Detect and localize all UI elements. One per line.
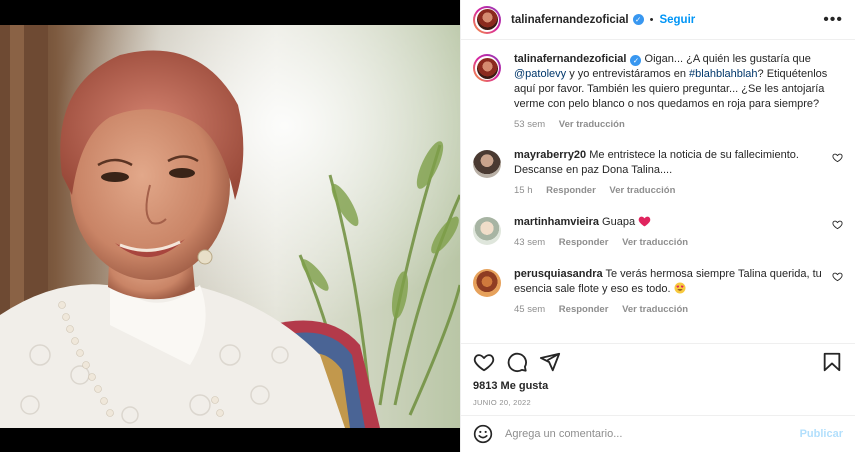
separator-dot: • xyxy=(649,13,654,26)
translate-button[interactable]: Ver traducción xyxy=(609,185,675,196)
emoji-icon[interactable] xyxy=(473,424,493,444)
photo-pane xyxy=(0,0,460,452)
comment-body: mayraberry20 Me entristece la noticia de… xyxy=(514,148,843,196)
add-comment-bar: Publicar xyxy=(461,416,855,452)
post-caption: talinafernandezoficial ✓ Oigan... ¿A quié… xyxy=(473,52,843,130)
translate-button[interactable]: Ver traducción xyxy=(622,237,688,248)
comment-username[interactable]: martinhamvieira xyxy=(514,216,599,228)
comment-message: Guapa xyxy=(598,216,636,228)
comment-username[interactable]: mayraberry20 xyxy=(514,149,586,161)
comment-time[interactable]: 45 sem xyxy=(514,304,545,315)
comment-meta: 43 sem Responder Ver traducción xyxy=(514,237,829,248)
publish-button[interactable]: Publicar xyxy=(800,428,843,440)
caption-translate-button[interactable]: Ver traducción xyxy=(559,119,625,130)
comment-time[interactable]: 43 sem xyxy=(514,237,545,248)
comment-like-heart-icon[interactable] xyxy=(832,152,843,163)
portrait-image xyxy=(0,25,460,428)
verified-badge-icon: ✓ xyxy=(632,14,644,25)
hashtag-link[interactable]: #blahblahblah xyxy=(689,68,758,80)
bookmark-icon[interactable] xyxy=(821,351,843,373)
red-heart-emoji-icon xyxy=(638,216,651,227)
post-side-panel: talinafernandezoficial ✓ • Seguir ••• ta… xyxy=(460,0,855,452)
comment-item: martinhamvieira Guapa 43 sem Responder V… xyxy=(473,215,843,248)
avatar[interactable] xyxy=(473,5,501,34)
comment-input[interactable] xyxy=(505,428,800,440)
comment-text: perusquiasandra Te verás hermosa siempre… xyxy=(514,267,829,297)
reply-button[interactable]: Responder xyxy=(546,185,596,196)
comment-time[interactable]: 15 h xyxy=(514,185,533,196)
comment-body: perusquiasandra Te verás hermosa siempre… xyxy=(514,267,843,315)
comment-icon[interactable] xyxy=(506,351,528,373)
verified-badge-icon: ✓ xyxy=(630,55,642,66)
mention-link[interactable]: @patolevy xyxy=(514,68,566,80)
caption-username[interactable]: talinafernandezoficial xyxy=(514,53,626,65)
translate-button[interactable]: Ver traducción xyxy=(622,304,688,315)
comment-avatar[interactable] xyxy=(473,150,501,178)
reply-button[interactable]: Responder xyxy=(559,304,609,315)
caption-text-part2: y yo entrevistáramos en xyxy=(566,68,690,80)
caption-text: talinafernandezoficial ✓ Oigan... ¿A quié… xyxy=(514,52,829,112)
comment-meta: 15 h Responder Ver traducción xyxy=(514,185,829,196)
likes-count[interactable]: 9813 Me gusta xyxy=(461,380,855,394)
comment-body: martinhamvieira Guapa 43 sem Responder V… xyxy=(514,215,843,248)
comment-text: mayraberry20 Me entristece la noticia de… xyxy=(514,148,829,178)
caption-text-part1: Oigan... ¿A quién les gustaría que xyxy=(641,53,811,65)
caption-meta: 53 sem Ver traducción xyxy=(514,119,829,130)
follow-button[interactable]: Seguir xyxy=(659,14,695,26)
comment-meta: 45 sem Responder Ver traducción xyxy=(514,304,829,315)
share-icon[interactable] xyxy=(539,351,561,373)
post-header: talinafernandezoficial ✓ • Seguir ••• xyxy=(461,0,855,40)
reply-button[interactable]: Responder xyxy=(559,237,609,248)
comment-avatar[interactable] xyxy=(473,217,501,245)
comment-like-heart-icon[interactable] xyxy=(832,219,843,230)
caption-body: talinafernandezoficial ✓ Oigan... ¿A quié… xyxy=(514,52,843,130)
post-date[interactable]: JUNIO 20, 2022 xyxy=(461,394,855,416)
comment-text: martinhamvieira Guapa xyxy=(514,215,829,230)
comment-item: mayraberry20 Me entristece la noticia de… xyxy=(473,148,843,196)
caption-avatar[interactable] xyxy=(473,54,501,82)
instagram-post: talinafernandezoficial ✓ • Seguir ••• ta… xyxy=(0,0,855,452)
comment-item: perusquiasandra Te verás hermosa siempre… xyxy=(473,267,843,315)
comments-list[interactable]: talinafernandezoficial ✓ Oigan... ¿A quié… xyxy=(461,40,855,344)
post-photo[interactable] xyxy=(0,25,460,428)
action-bar xyxy=(461,344,855,380)
comment-username[interactable]: perusquiasandra xyxy=(514,268,603,280)
header-username[interactable]: talinafernandezoficial xyxy=(511,14,629,26)
heart-eyes-emoji-icon xyxy=(674,282,686,294)
comment-like-heart-icon[interactable] xyxy=(832,271,843,282)
heart-icon[interactable] xyxy=(473,351,495,373)
comment-avatar[interactable] xyxy=(473,269,501,297)
caption-time[interactable]: 53 sem xyxy=(514,119,545,130)
more-horizontal-icon[interactable]: ••• xyxy=(823,11,843,27)
